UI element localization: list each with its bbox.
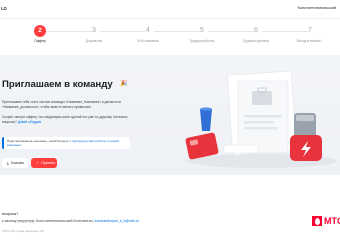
step-employment[interactable]: 5 Трудоустройство bbox=[177, 25, 227, 43]
recruiter-email-link[interactable]: konstantinopol_k_k@mts.ru bbox=[95, 219, 139, 223]
step-label: Документы bbox=[85, 39, 103, 43]
step-number: 7 bbox=[308, 27, 312, 34]
step-contract[interactable]: 6 Трудовой договор bbox=[231, 25, 281, 43]
step-documents[interactable]: 3 Документы bbox=[69, 25, 119, 43]
step-label: Оффер bbox=[34, 39, 46, 43]
step-number: 2 bbox=[34, 25, 46, 37]
step-company-docs[interactable]: 4 ЛНА компании bbox=[123, 25, 173, 43]
step-label: ЛНА компании bbox=[137, 39, 159, 43]
offer-illustration bbox=[185, 70, 337, 168]
step-label: Трудоустройство bbox=[189, 39, 215, 43]
questions-heading: вопросы? bbox=[2, 212, 19, 216]
party-popper-icon: 🎉 bbox=[120, 81, 128, 87]
top-bar: LO Константинопольский bbox=[0, 0, 340, 19]
accept-button[interactable]: ✓ Принять bbox=[31, 158, 57, 168]
accept-button-label: Принять bbox=[41, 161, 56, 165]
brand-logo[interactable]: LO bbox=[1, 6, 7, 11]
offer-intro-text: Приглашаем тебя стать частью команды «На… bbox=[2, 100, 121, 109]
check-icon: ✓ bbox=[36, 160, 40, 165]
page-title: Приглашаем в команду bbox=[2, 79, 113, 90]
step-number: 4 bbox=[146, 27, 150, 34]
notice-accent-bar bbox=[2, 137, 4, 149]
step-first-day[interactable]: 7 Выход в первый... bbox=[285, 25, 335, 43]
notice-text: Пока принимаешь решение, узнай больше о … bbox=[7, 139, 127, 147]
info-notice: Пока принимаешь решение, узнай больше о … bbox=[2, 137, 130, 149]
download-icon: ⤓ bbox=[7, 160, 9, 165]
step-number: 3 bbox=[92, 27, 96, 34]
progress-stepper: 2 Оффер 3 Документы 4 ЛНА компании 5 Тру… bbox=[0, 19, 340, 49]
recruiter-contact-text: к своему рекрутеру: Константинопольский … bbox=[2, 219, 94, 223]
download-button[interactable]: ⤓ Скачать bbox=[2, 158, 28, 168]
mts-egg-icon bbox=[312, 216, 322, 226]
download-button-label: Скачать bbox=[10, 161, 25, 165]
step-label: Выход в первый... bbox=[296, 39, 324, 43]
offer-next-step-text: Скорее смотри оффер, на следующем шаге с… bbox=[2, 115, 132, 124]
step-number: 5 bbox=[200, 27, 204, 34]
step-number: 6 bbox=[254, 27, 258, 34]
copyright: ©МТС Все права защищены ПР bbox=[2, 229, 44, 233]
discuss-link[interactable]: Давай обсудим bbox=[18, 120, 41, 124]
step-label: Трудовой договор bbox=[242, 39, 270, 43]
step-offer[interactable]: 2 Оффер bbox=[15, 25, 65, 43]
user-name[interactable]: Константинопольский bbox=[298, 6, 336, 10]
recruiter-contact: к своему рекрутеру: Константинопольский … bbox=[2, 219, 139, 223]
offer-hero: Приглашаем в команду 🎉 Приглашаем тебя с… bbox=[0, 55, 340, 175]
mts-logo-text: МТС J bbox=[324, 216, 340, 226]
mts-logo[interactable]: МТС J bbox=[312, 216, 340, 227]
